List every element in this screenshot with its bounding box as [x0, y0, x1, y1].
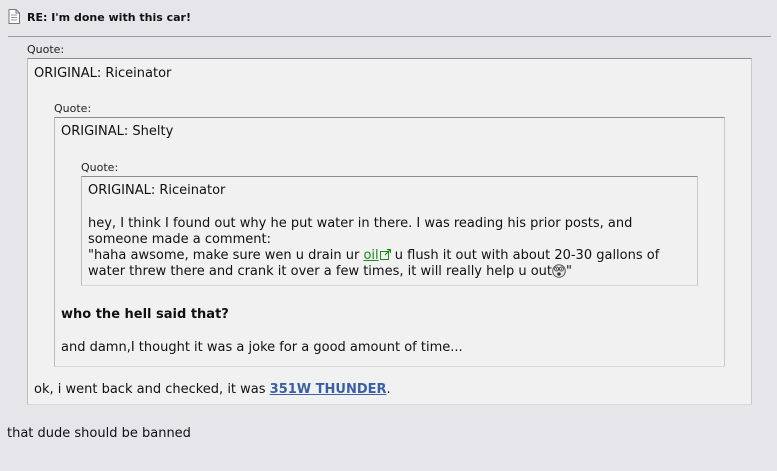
quote-inner-line-4-suffix: " — [566, 264, 573, 279]
quote-outer-footer: ok, i went back and checked, it was 351W… — [34, 382, 391, 397]
quote-middle-question: who the hell said that? — [61, 307, 229, 322]
external-link-icon[interactable] — [379, 248, 391, 260]
surprised-emoji-icon — [552, 264, 566, 278]
quote-outer-footer-suffix: . — [386, 382, 391, 397]
quote-inner-line-2: someone made a comment: — [88, 232, 271, 247]
post-title: RE: I'm done with this car! — [27, 11, 191, 24]
quote-inner-line-4-prefix: water threw there and crank it over a fe… — [88, 264, 553, 279]
quote-inner-line-3-suffix: u flush it out with about 20-30 gallons … — [390, 248, 660, 263]
quote-original-middle: ORIGINAL: Shelty — [61, 124, 174, 139]
quote-inner-line-1: hey, I think I found out why he put wate… — [88, 216, 633, 231]
quote-label-middle: Quote: — [54, 102, 92, 115]
reply-text: that dude should be banned — [7, 426, 191, 441]
quote-original-inner: ORIGINAL: Riceinator — [88, 183, 226, 198]
oil-link[interactable]: oil — [363, 248, 378, 263]
quote-original-outer: ORIGINAL: Riceinator — [34, 66, 172, 81]
header-divider — [8, 36, 771, 37]
quote-inner-line-3-prefix: "haha awsome, make sure wen u drain ur — [88, 248, 364, 263]
post-header: RE: I'm done with this car! — [0, 0, 777, 35]
page-icon — [8, 9, 20, 24]
user-link-351w-thunder[interactable]: 351W THUNDER — [270, 382, 387, 397]
quote-inner-line-4: water threw there and crank it over a fe… — [88, 264, 572, 279]
quote-outer-footer-prefix: ok, i went back and checked, it was — [34, 382, 270, 397]
quote-middle-remark: and damn,I thought it was a joke for a g… — [61, 340, 463, 355]
quote-label-inner: Quote: — [81, 161, 119, 174]
quote-label-outer: Quote: — [27, 43, 65, 56]
quote-inner-line-3: "haha awsome, make sure wen u drain ur o… — [88, 248, 659, 263]
